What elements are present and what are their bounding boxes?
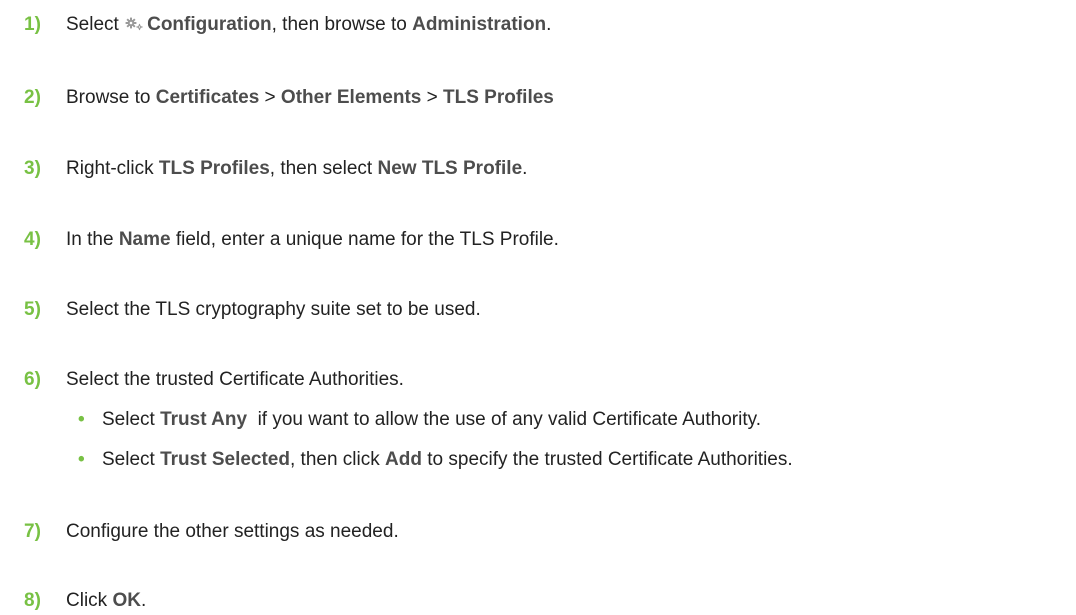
step-number: 1) <box>24 14 41 35</box>
gear-icon <box>125 17 145 31</box>
step-text: Configure the other settings as needed. <box>66 521 399 542</box>
bullet-marker: • <box>78 409 85 430</box>
step-text-part: > <box>421 87 444 108</box>
step-text-part: , then browse to <box>271 14 413 35</box>
step-text: Select the TLS cryptography suite set to… <box>66 299 481 320</box>
step-text-part: to specify the trusted Certificate Autho… <box>421 449 793 470</box>
bold-term: Other Elements <box>280 87 422 108</box>
step-text-part: , then click <box>289 449 386 470</box>
step-text: In the Name field, enter a unique name f… <box>66 229 559 251</box>
bold-term: OK <box>112 590 141 611</box>
bold-term: Trust Selected <box>160 449 290 470</box>
bold-term: Configuration <box>147 14 272 35</box>
step-text: Browse to Certificates > Other Elements … <box>66 87 554 109</box>
step-text-part: In the <box>66 229 119 250</box>
bold-term: TLS Profiles <box>443 87 554 108</box>
bold-term: Name <box>118 229 171 250</box>
sub-bullet-text: Select Trust Any if you want to allow th… <box>102 409 761 431</box>
step-text-part: field, enter a unique name for the TLS P… <box>170 229 559 250</box>
step-text-part: Browse to <box>66 87 156 108</box>
step-text-part: , then select <box>269 158 378 179</box>
step-text: Right-click TLS Profiles, then select Ne… <box>66 158 527 180</box>
step-text-part: Click <box>66 590 113 611</box>
bold-term: Trust Any <box>160 409 248 430</box>
step-text-part: Select <box>66 14 125 35</box>
bullet-marker: • <box>78 449 85 470</box>
step-text: Select the trusted Certificate Authoriti… <box>66 369 404 390</box>
sub-bullet-text: Select Trust Selected, then click Add to… <box>102 449 793 471</box>
step-number: 2) <box>24 87 41 108</box>
step-text-part: . <box>546 14 552 35</box>
step-text-part: Right-click <box>66 158 159 179</box>
step-text: Select Configuration, then browse to Adm… <box>66 14 551 36</box>
step-text-part: . <box>140 590 147 611</box>
step-text-part: . <box>522 158 528 179</box>
bold-term: New TLS Profile <box>377 158 523 179</box>
step-number: 4) <box>24 229 41 250</box>
step-number: 5) <box>24 299 41 320</box>
step-number: 3) <box>24 158 41 179</box>
step-number: 8) <box>24 590 41 611</box>
step-text: Click OK. <box>66 590 146 612</box>
bold-term: Add <box>385 449 422 470</box>
bold-term: Administration <box>412 14 547 35</box>
step-text-part: > <box>259 87 281 108</box>
step-text-part: Select <box>102 449 161 470</box>
step-text-part: Select <box>102 409 161 430</box>
bold-term: TLS Profiles <box>158 158 270 179</box>
step-number: 7) <box>24 521 41 542</box>
step-text-part: if you want to allow the use of any vali… <box>247 409 761 430</box>
bold-term: Certificates <box>155 87 260 108</box>
step-number: 6) <box>24 369 41 390</box>
